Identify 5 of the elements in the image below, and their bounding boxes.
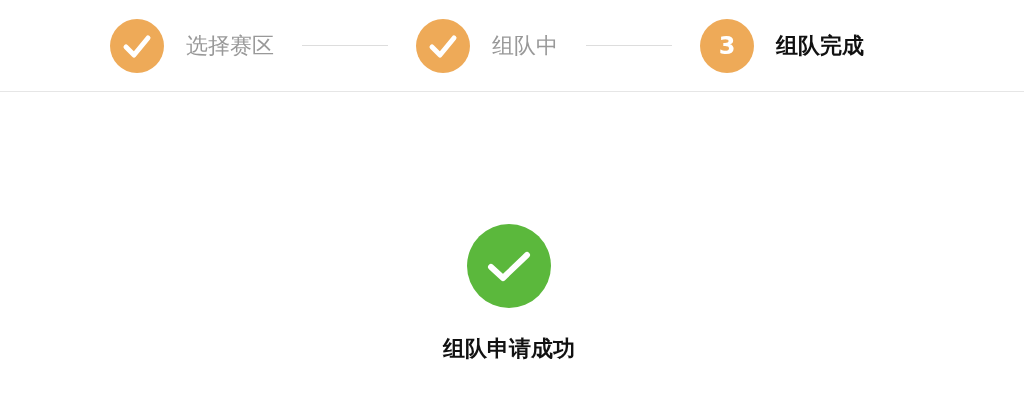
result-message: 组队申请成功 [443, 335, 575, 363]
step-label: 组队完成 [776, 31, 864, 60]
step-number: 3 [700, 18, 754, 73]
step-label: 组队中 [492, 31, 558, 60]
step-label: 选择赛区 [186, 31, 274, 60]
